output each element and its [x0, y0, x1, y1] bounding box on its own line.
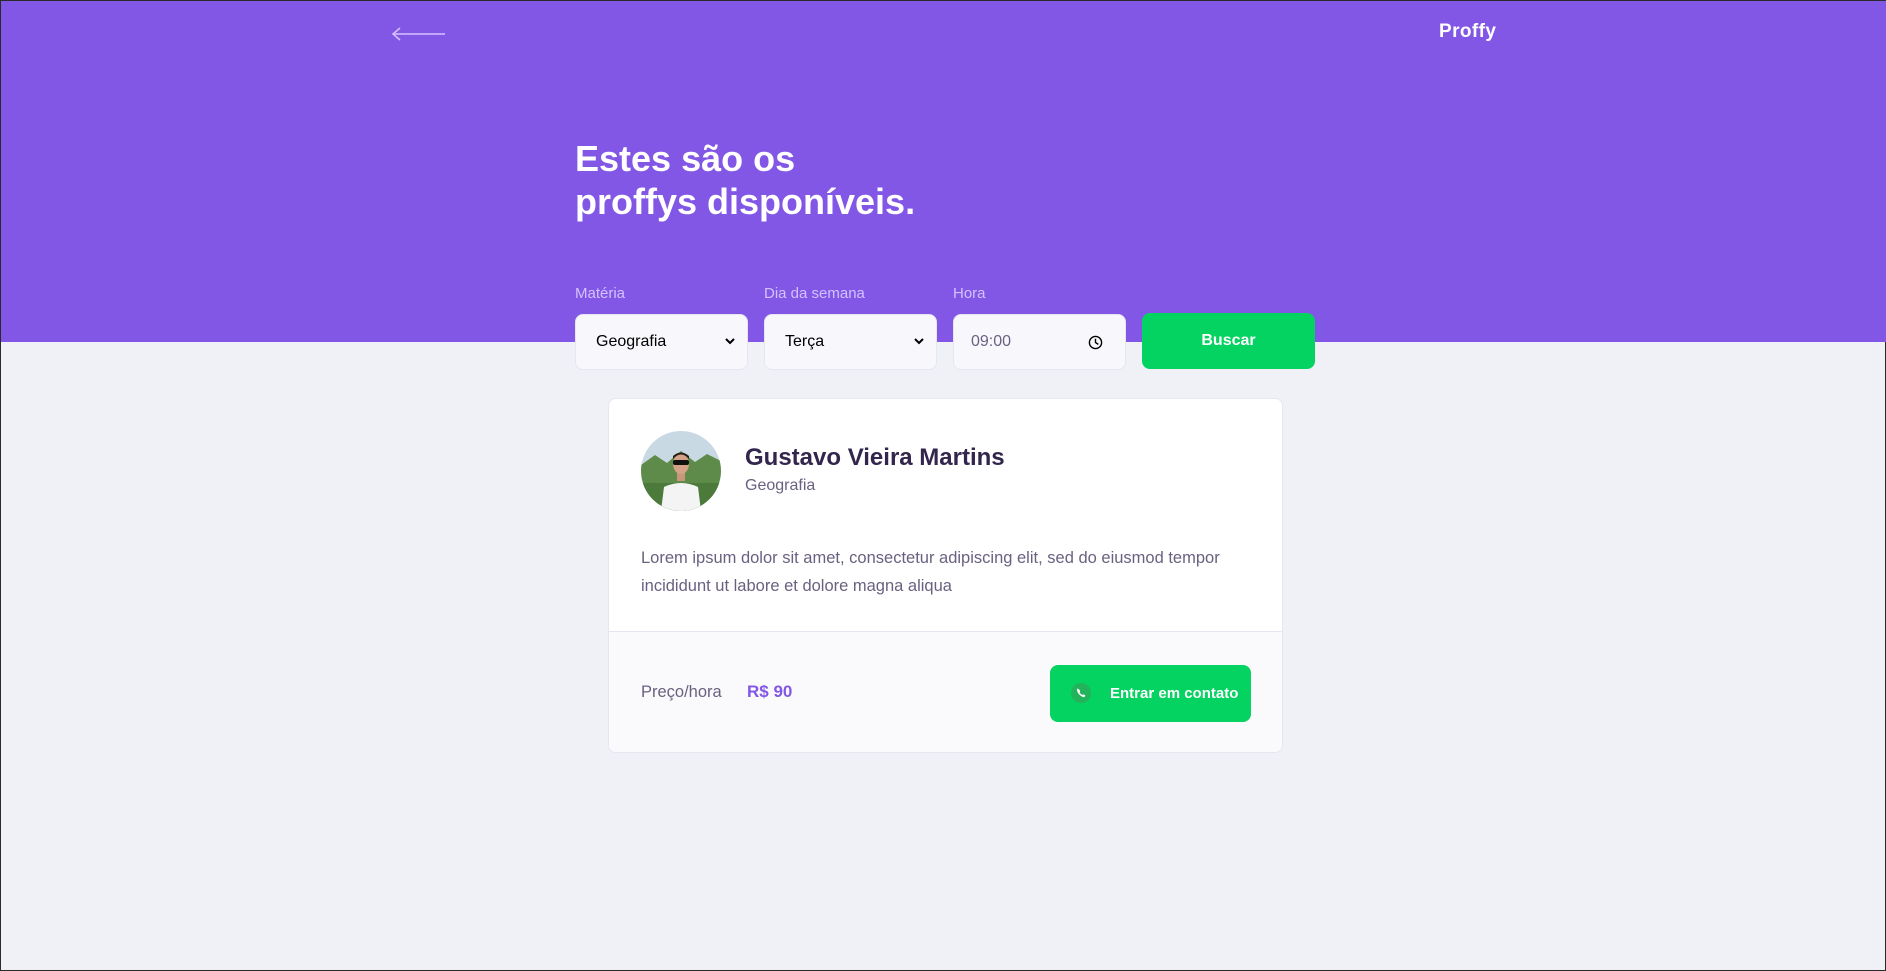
subject-select[interactable]: Geografia [575, 314, 748, 370]
teacher-subject: Geografia [745, 477, 816, 494]
back-link[interactable] [391, 23, 447, 45]
weekday-select[interactable]: Terça [764, 314, 937, 370]
page-title-line1: Estes são os [575, 138, 796, 179]
weekday-label: Dia da semana [764, 285, 865, 302]
price-value: R$ 90 [747, 682, 793, 701]
page-header: Proffy Estes são os proffys disponíveis.… [1, 1, 1886, 370]
teacher-bio: Lorem ipsum dolor sit amet, consectetur … [641, 549, 1220, 595]
chevron-down-icon [914, 338, 924, 345]
brand-logo[interactable]: Proffy [1439, 21, 1496, 43]
time-input-value: 09:00 [971, 333, 1012, 350]
time-input[interactable]: 09:00 [953, 314, 1126, 370]
whatsapp-icon [1071, 683, 1091, 703]
page-title-line2: proffys disponíveis. [575, 181, 916, 222]
subject-select-value: Geografia [596, 333, 667, 350]
teacher-avatar [641, 431, 721, 511]
contact-button-label: Entrar em contato [1110, 685, 1239, 702]
card-footer: Preço/hora R$ 90 Entrar em contato [609, 631, 1282, 752]
contact-button[interactable]: Entrar em contato [1050, 665, 1251, 722]
teacher-card: Gustavo Vieira Martins Geografia Lorem i… [608, 398, 1283, 753]
weekday-select-value: Terça [785, 333, 825, 350]
page-title: Estes são os proffys disponíveis. [575, 137, 995, 223]
search-button[interactable]: Buscar [1142, 313, 1315, 369]
arrow-left-icon [391, 27, 445, 41]
subject-label: Matéria [575, 285, 626, 302]
chevron-down-icon [725, 338, 735, 345]
price-label: Preço/hora [641, 683, 722, 701]
time-label: Hora [953, 285, 986, 302]
teacher-name: Gustavo Vieira Martins [745, 444, 1005, 471]
clock-icon[interactable] [1088, 335, 1103, 350]
